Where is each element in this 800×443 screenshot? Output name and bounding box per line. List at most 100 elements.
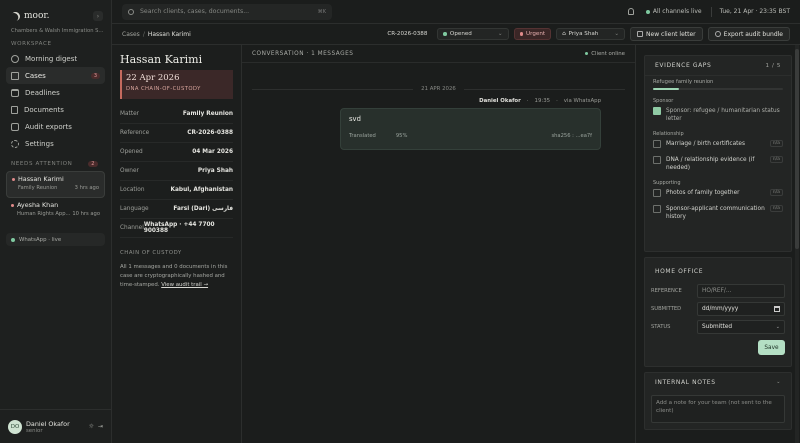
not-applicable-button[interactable]: n/a bbox=[769, 140, 783, 147]
attention-list: Hassan Karimi Family Reunion 3 hrs ago Ay… bbox=[6, 171, 105, 225]
detail-row: Matter Family Reunion bbox=[120, 105, 233, 124]
divider bbox=[710, 6, 712, 17]
shield-icon bbox=[714, 31, 721, 37]
home-office-status-select[interactable]: Submitted ⌄ bbox=[697, 320, 785, 334]
search-icon bbox=[128, 8, 134, 15]
message-bubble[interactable]: svd Translated 95% sha256 : ...ea7f bbox=[340, 108, 601, 150]
conversation-panel: CONVERSATION · 1 MESSAGES Client online … bbox=[242, 45, 636, 443]
evidence-item[interactable]: Sponsor-applicant communication history n… bbox=[645, 202, 791, 221]
export-audit-bundle-button[interactable]: Export audit bundle bbox=[707, 27, 790, 41]
live-dot-icon bbox=[11, 237, 15, 242]
internal-notes-textarea[interactable]: Add a note for your team (not sent to th… bbox=[651, 395, 785, 423]
theme-toggle-icon[interactable]: ☼ bbox=[89, 423, 94, 430]
detail-key: Opened bbox=[120, 149, 143, 155]
sidebar-item-label: Cases bbox=[25, 71, 46, 80]
client-details: Matter Family Reunion Reference CR-2026-03… bbox=[120, 105, 233, 238]
logout-icon[interactable]: ⇥ bbox=[98, 423, 103, 430]
checkbox-icon[interactable] bbox=[653, 205, 661, 213]
evidence-gaps-panel: EVIDENCE GAPS 1 / 5 Refugee family reunio… bbox=[644, 55, 792, 252]
user-name: Daniel Okafor bbox=[26, 419, 70, 428]
top-bar: Search clients, cases, documents... ⌘K A… bbox=[112, 0, 800, 24]
evidence-item[interactable]: Photos of family together n/a bbox=[645, 186, 791, 197]
internal-notes-panel: INTERNAL NOTES ⌄ Add a note for your team… bbox=[644, 372, 792, 430]
not-applicable-button[interactable]: n/a bbox=[769, 156, 783, 163]
message-footer: Translated 95% sha256 : ...ea7f bbox=[349, 133, 592, 139]
detail-value: Family Reunion bbox=[182, 111, 233, 117]
new-client-letter-button[interactable]: New client letter bbox=[630, 27, 703, 41]
sidebar-item-label: Morning digest bbox=[25, 54, 78, 63]
sidebar-item-documents[interactable]: Documents bbox=[6, 101, 105, 118]
attention-time: 10 hrs ago bbox=[72, 211, 100, 217]
status-select[interactable]: Opened ⌄ bbox=[437, 28, 509, 40]
divider-line bbox=[463, 88, 626, 90]
scrollbar[interactable] bbox=[795, 45, 799, 443]
sidebar-item-morning-digest[interactable]: Morning digest bbox=[6, 50, 105, 67]
priority-badge[interactable]: Urgent bbox=[513, 28, 552, 40]
search-placeholder: Search clients, cases, documents... bbox=[140, 8, 250, 15]
checkbox-icon[interactable] bbox=[653, 140, 661, 148]
case-side-panel: EVIDENCE GAPS 1 / 5 Refugee family reunio… bbox=[636, 45, 800, 443]
live-dot-icon bbox=[645, 9, 650, 14]
message-hash: sha256 : ...ea7f bbox=[551, 133, 592, 139]
case-header: Cases / Hassan Karimi CR-2026-0388 Opened ⌄… bbox=[112, 24, 800, 45]
attention-name: Hassan Karimi bbox=[18, 175, 64, 183]
detail-value: Kabul, Afghanistan bbox=[170, 187, 233, 193]
evidence-item[interactable]: Sponsor: refugee / humanitarian status l… bbox=[645, 104, 791, 123]
status-row: STATUS Submitted ⌄ bbox=[645, 320, 791, 334]
attention-time: 3 hrs ago bbox=[74, 185, 99, 191]
chevron-down-icon[interactable]: ⌄ bbox=[776, 379, 781, 385]
cases-count-badge: 3 bbox=[90, 72, 100, 79]
detail-row: Owner Priya Shah bbox=[120, 162, 233, 181]
attention-item-ayesha-khan[interactable]: Ayesha Khan Human Rights App... 10 hrs ag… bbox=[6, 198, 105, 225]
reference-input[interactable]: HO/REF/... bbox=[697, 284, 785, 298]
home-office-status-value: Submitted bbox=[702, 324, 733, 330]
sidebar-item-label: Documents bbox=[24, 105, 64, 114]
status-dot-icon bbox=[443, 32, 447, 36]
calendar-icon bbox=[11, 88, 19, 97]
breadcrumb-separator: / bbox=[142, 30, 145, 38]
view-audit-trail-link[interactable]: View audit trail → bbox=[161, 282, 208, 288]
breadcrumb-cases[interactable]: Cases bbox=[122, 31, 140, 38]
evidence-item[interactable]: DNA / relationship evidence (if needed) n… bbox=[645, 153, 791, 172]
attention-item-hassan-karimi[interactable]: Hassan Karimi Family Reunion 3 hrs ago bbox=[6, 171, 105, 198]
sidebar-item-settings[interactable]: Settings bbox=[6, 135, 105, 152]
urgent-dot-icon bbox=[11, 203, 14, 207]
sidebar-item-deadlines[interactable]: Deadlines bbox=[6, 84, 105, 101]
save-button[interactable]: Save bbox=[758, 340, 785, 355]
sidebar-item-label: Deadlines bbox=[25, 88, 60, 97]
checkbox-icon[interactable] bbox=[653, 156, 661, 164]
sidebar-item-cases[interactable]: Cases 3 bbox=[6, 67, 105, 84]
detail-value: Farsi (Dari) فارسی bbox=[173, 206, 233, 212]
evidence-gaps-title: EVIDENCE GAPS bbox=[655, 62, 712, 69]
submitted-date-input[interactable]: dd/mm/yyyy bbox=[697, 302, 785, 316]
search-input[interactable]: Search clients, cases, documents... ⌘K bbox=[122, 3, 332, 20]
evidence-item[interactable]: Marriage / birth certificates n/a bbox=[645, 137, 791, 148]
checkbox-checked-icon[interactable] bbox=[653, 107, 661, 115]
status-value: Opened bbox=[449, 31, 472, 37]
current-datetime: Tue, 21 Apr · 23:35 BST bbox=[719, 8, 790, 15]
calendar-icon[interactable] bbox=[774, 306, 780, 312]
checkbox-icon[interactable] bbox=[653, 189, 661, 197]
meta-separator: · bbox=[526, 98, 529, 104]
brand-name: moor. bbox=[24, 11, 50, 21]
owner-value: Priya Shah bbox=[568, 31, 599, 37]
not-applicable-button[interactable]: n/a bbox=[769, 205, 783, 212]
chevron-right-icon[interactable]: › bbox=[93, 11, 103, 21]
detail-value: Priya Shah bbox=[197, 168, 233, 174]
detail-row: Location Kabul, Afghanistan bbox=[120, 181, 233, 200]
evidence-progress-bar bbox=[653, 88, 783, 90]
attention-count-badge: 2 bbox=[88, 161, 98, 167]
priority-value: Urgent bbox=[526, 31, 546, 37]
internal-notes-title: INTERNAL NOTES bbox=[655, 378, 716, 386]
evidence-item-label: Sponsor-applicant communication history bbox=[666, 206, 765, 220]
sidebar: moor. › Chambers & Walsh Immigration S..… bbox=[0, 0, 112, 443]
avatar[interactable]: DO bbox=[8, 419, 22, 434]
bell-icon[interactable] bbox=[627, 8, 634, 15]
user-icon: ⌂ bbox=[562, 31, 566, 37]
sidebar-item-audit-exports[interactable]: Audit exports bbox=[6, 118, 105, 135]
scrollbar-thumb[interactable] bbox=[795, 49, 799, 249]
deadline-card: 22 Apr 2026 DNA CHAIN-OF-CUSTODY bbox=[120, 70, 233, 99]
translation-confidence: 95% bbox=[395, 133, 408, 139]
not-applicable-button[interactable]: n/a bbox=[769, 189, 783, 196]
owner-select[interactable]: ⌂ Priya Shah ⌄ bbox=[556, 28, 626, 40]
